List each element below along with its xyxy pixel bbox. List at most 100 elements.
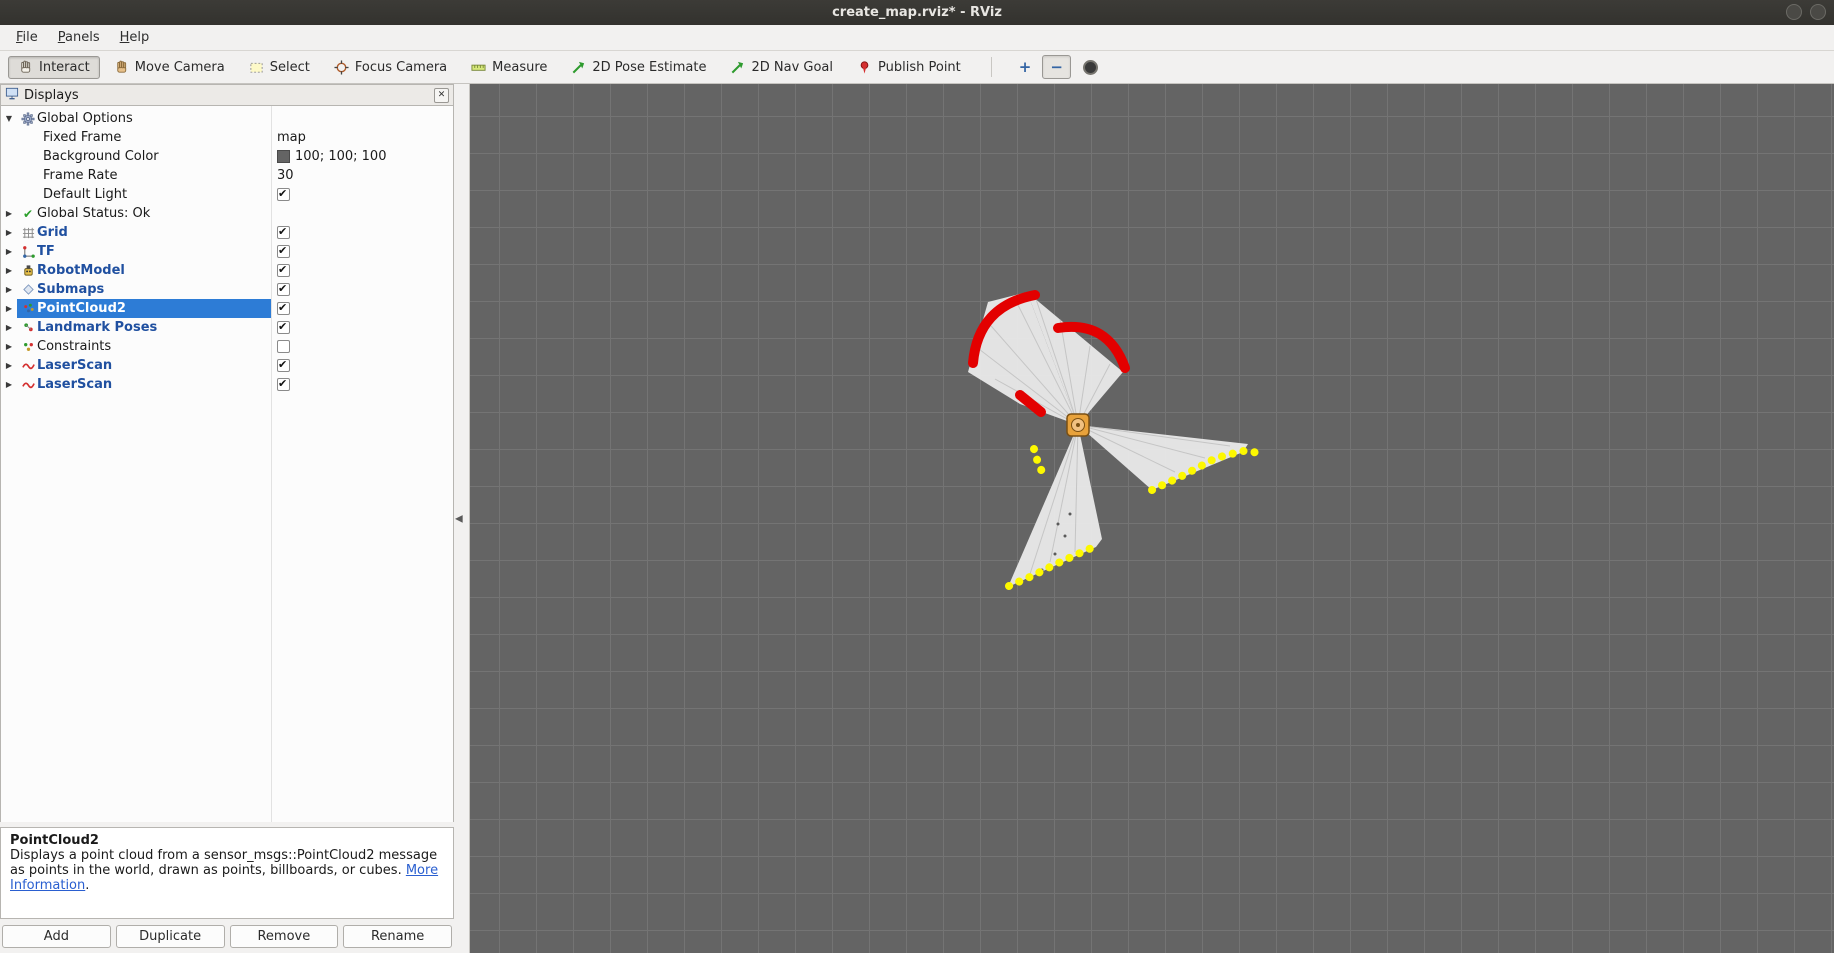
measure-tool-button[interactable]: Measure: [461, 56, 557, 79]
add-button[interactable]: Add: [2, 925, 111, 948]
laserscan-icon: [19, 377, 37, 393]
displays-button-row: Add Duplicate Remove Rename: [0, 919, 454, 953]
display-row-pointcloud2[interactable]: ▶ PointCloud2 ✔: [1, 299, 453, 318]
display-row-constraints[interactable]: ▶ Constraints ✔: [1, 337, 453, 356]
tool-label: Publish Point: [878, 60, 961, 75]
expand-down-icon[interactable]: ▼: [1, 114, 17, 123]
row-global-status[interactable]: ▶ ✔ Global Status: Ok: [1, 204, 453, 223]
robotmodel-enabled-checkbox[interactable]: ✔: [277, 264, 290, 277]
status-ok-check-icon: ✔: [19, 206, 37, 222]
grid-enabled-checkbox[interactable]: ✔: [277, 226, 290, 239]
expand-right-icon[interactable]: ▶: [1, 342, 17, 351]
menu-panels[interactable]: Panels: [48, 27, 110, 48]
menu-file[interactable]: File: [6, 27, 48, 48]
close-icon[interactable]: ✕: [434, 88, 449, 103]
main-content: Displays ✕ ▼ Global Options: [0, 84, 1834, 953]
tool-label: Focus Camera: [355, 60, 447, 75]
submaps-enabled-checkbox[interactable]: ✔: [277, 283, 290, 296]
nav-goal-tool-button[interactable]: 2D Nav Goal: [720, 56, 843, 79]
expand-right-icon[interactable]: ▶: [1, 266, 17, 275]
display-row-submaps[interactable]: ▶ Submaps ✔: [1, 280, 453, 299]
tool-label: Measure: [492, 60, 547, 75]
property-row-frame-rate[interactable]: Frame Rate 30: [1, 166, 453, 185]
display-row-landmark-poses[interactable]: ▶ Landmark Poses ✔: [1, 318, 453, 337]
constraints-icon: [19, 339, 37, 355]
display-row-laserscan-2[interactable]: ▶ LaserScan ✔: [1, 375, 453, 394]
pointcloud-dots-icon: [19, 301, 37, 317]
display-label: Grid: [37, 225, 68, 240]
pose-estimate-tool-button[interactable]: 2D Pose Estimate: [561, 56, 716, 79]
ruler-icon: [471, 60, 486, 75]
landmark-poses-enabled-checkbox[interactable]: ✔: [277, 321, 290, 334]
expand-right-icon[interactable]: ▶: [1, 304, 17, 313]
window-control-icon[interactable]: [1786, 4, 1802, 20]
display-row-laserscan-1[interactable]: ▶ LaserScan ✔: [1, 356, 453, 375]
expand-right-icon[interactable]: ▶: [1, 380, 17, 389]
display-row-grid[interactable]: ▶ Grid ✔: [1, 223, 453, 242]
expand-right-icon[interactable]: ▶: [1, 323, 17, 332]
frame-rate-value[interactable]: 30: [277, 168, 294, 183]
display-label: LaserScan: [37, 358, 112, 373]
menu-help[interactable]: Help: [110, 27, 160, 48]
panel-splitter[interactable]: ◀: [454, 84, 470, 953]
property-label: Frame Rate: [43, 168, 117, 183]
duplicate-button[interactable]: Duplicate: [116, 925, 225, 948]
property-row-default-light[interactable]: Default Light ✔: [1, 185, 453, 204]
description-suffix: .: [85, 878, 89, 893]
splitter-collapse-icon[interactable]: ◀: [455, 513, 463, 524]
constraints-enabled-checkbox[interactable]: ✔: [277, 340, 290, 353]
color-swatch[interactable]: [277, 150, 290, 163]
fixed-frame-value[interactable]: map: [277, 130, 306, 145]
tool-label: Move Camera: [135, 60, 225, 75]
submaps-diamond-icon: [19, 282, 37, 298]
displays-panel: Displays ✕ ▼ Global Options: [0, 84, 454, 953]
laserscan-icon: [19, 358, 37, 374]
expand-right-icon[interactable]: ▶: [1, 285, 17, 294]
remove-button[interactable]: Remove: [230, 925, 339, 948]
rename-button[interactable]: Rename: [343, 925, 452, 948]
publish-point-tool-button[interactable]: Publish Point: [847, 56, 971, 79]
displays-panel-header[interactable]: Displays ✕: [0, 84, 454, 106]
tool-label: Select: [270, 60, 310, 75]
background-color-value[interactable]: 100; 100; 100: [295, 149, 386, 164]
camera-lens-icon[interactable]: [1083, 60, 1098, 75]
expand-right-icon[interactable]: ▶: [1, 247, 17, 256]
display-label: LaserScan: [37, 377, 112, 392]
property-row-background-color[interactable]: Background Color 100; 100; 100: [1, 147, 453, 166]
display-label: Global Options: [37, 111, 133, 126]
display-row-robotmodel[interactable]: ▶ RobotModel ✔: [1, 261, 453, 280]
select-tool-button[interactable]: Select: [239, 56, 320, 79]
displays-panel-title: Displays: [24, 88, 429, 103]
3d-viewport[interactable]: [470, 84, 1834, 953]
tf-enabled-checkbox[interactable]: ✔: [277, 245, 290, 258]
interact-tool-button[interactable]: Interact: [8, 56, 100, 79]
laserscan2-enabled-checkbox[interactable]: ✔: [277, 378, 290, 391]
landmark-poses-icon: [19, 320, 37, 336]
titlebar: create_map.rviz* - RViz: [0, 0, 1834, 25]
tool-label: 2D Nav Goal: [751, 60, 833, 75]
display-description-panel: PointCloud2 Displays a point cloud from …: [0, 827, 454, 919]
tf-axes-icon: [19, 244, 37, 260]
hand-icon: [18, 60, 33, 75]
focus-camera-tool-button[interactable]: Focus Camera: [324, 56, 457, 79]
property-row-fixed-frame[interactable]: Fixed Frame map: [1, 128, 453, 147]
move-camera-tool-button[interactable]: Move Camera: [104, 56, 235, 79]
map-visualization: [470, 84, 1834, 953]
laserscan1-enabled-checkbox[interactable]: ✔: [277, 359, 290, 372]
pointcloud2-enabled-checkbox[interactable]: ✔: [277, 302, 290, 315]
window-control-icon[interactable]: [1810, 4, 1826, 20]
expand-right-icon[interactable]: ▶: [1, 361, 17, 370]
tool-label: 2D Pose Estimate: [592, 60, 706, 75]
expand-right-icon[interactable]: ▶: [1, 228, 17, 237]
move-camera-hand-icon: [114, 60, 129, 75]
submap-fan-lower: [1008, 425, 1102, 587]
add-tool-button[interactable]: +: [1012, 56, 1039, 78]
display-row-global-options[interactable]: ▼ Global Options: [1, 109, 453, 128]
default-light-checkbox[interactable]: ✔: [277, 188, 290, 201]
pin-icon: [857, 60, 872, 75]
display-row-tf[interactable]: ▶ TF ✔: [1, 242, 453, 261]
description-body: Displays a point cloud from a sensor_msg…: [10, 848, 437, 878]
displays-panel-icon: [5, 87, 19, 104]
expand-right-icon[interactable]: ▶: [1, 209, 17, 218]
remove-tool-button[interactable]: −: [1042, 55, 1071, 79]
